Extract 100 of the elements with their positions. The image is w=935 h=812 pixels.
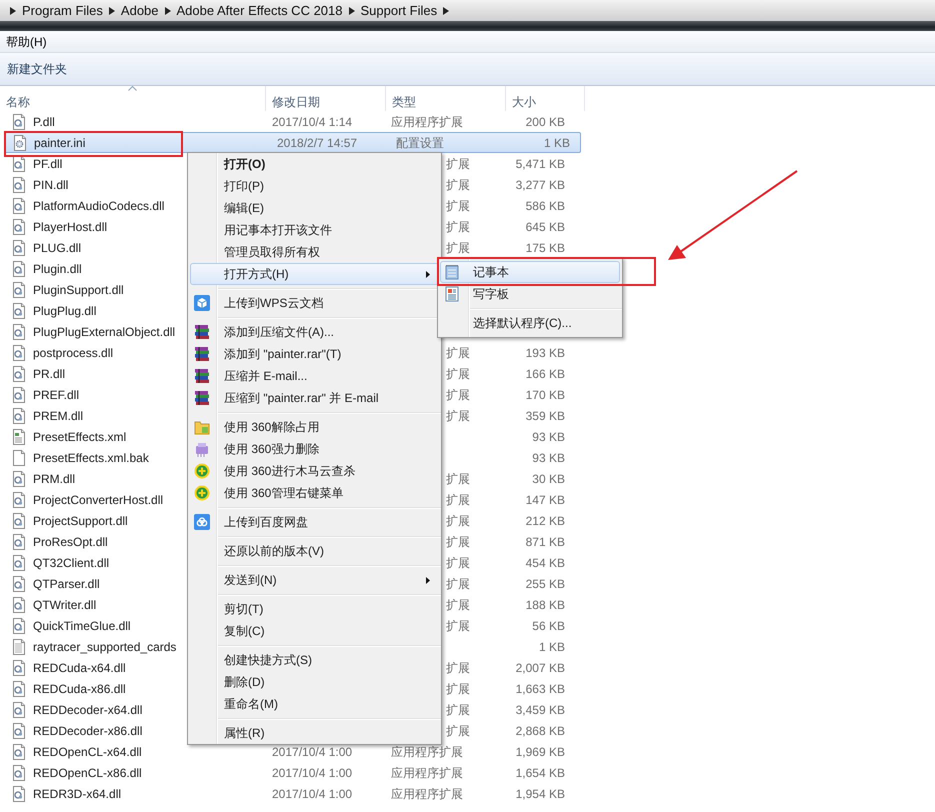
file-size: 166 KB (526, 366, 565, 380)
dll-file-icon (11, 786, 27, 802)
chevron-icon (348, 6, 354, 14)
file-type: 扩展 (446, 682, 470, 696)
file-size: 871 KB (526, 534, 565, 548)
file-type: 扩展 (446, 724, 470, 738)
menu-item[interactable]: 复制(C) (190, 620, 439, 642)
file-name[interactable]: QTParser.dll (33, 574, 100, 592)
dll-file-icon (11, 470, 27, 486)
file-name[interactable]: PIN.dll (33, 176, 68, 194)
file-name[interactable]: PRM.dll (33, 470, 76, 488)
breadcrumb-item[interactable]: Support Files (354, 2, 444, 20)
dll-file-icon (11, 260, 27, 276)
menu-item[interactable]: 发送到(N) (190, 569, 439, 591)
menu-item[interactable]: 上传到百度网盘 (190, 511, 439, 533)
menu-item[interactable]: 编辑(E) (190, 197, 439, 219)
menu-item[interactable]: 帮助(H) (4, 32, 49, 50)
dll-file-icon (11, 680, 27, 696)
dll-file-icon (11, 596, 27, 612)
file-type: 扩展 (446, 156, 470, 170)
file-name[interactable]: REDOpenCL-x64.dll (33, 742, 142, 760)
dll-file-icon (11, 198, 27, 214)
file-name[interactable]: painter.ini (34, 134, 86, 152)
file-name[interactable]: PlugPlugExternalObject.dll (33, 322, 176, 340)
file-size: 586 KB (526, 198, 565, 212)
file-size: 170 KB (526, 388, 565, 402)
dll-file-icon (11, 744, 27, 760)
file-name[interactable]: PlayerHost.dll (33, 218, 108, 236)
file-name[interactable]: PREF.dll (33, 386, 80, 404)
file-name[interactable]: Plugin.dll (33, 260, 82, 278)
file-name[interactable]: QuickTimeGlue.dll (33, 616, 131, 634)
file-type: 应用程序扩展 (391, 114, 463, 128)
file-name[interactable]: QTWriter.dll (33, 596, 96, 614)
dll-file-icon (11, 618, 27, 634)
file-name[interactable]: QT32Client.dll (33, 554, 110, 572)
file-name[interactable]: PR.dll (33, 364, 66, 382)
menu-item[interactable]: 创建快捷方式(S) (190, 649, 439, 671)
file-name[interactable]: ProjectSupport.dll (33, 512, 128, 530)
menu-item[interactable]: 使用 360管理右键菜单 (190, 482, 439, 504)
file-name[interactable]: PlatformAudioCodecs.dll (33, 196, 164, 214)
plus-circle-icon (194, 463, 210, 479)
file-name[interactable]: PLUG.dll (33, 238, 82, 256)
menu-item[interactable]: 属性(R) (190, 722, 439, 744)
menu-item[interactable]: 添加到压缩文件(A)... (190, 321, 439, 343)
file-size: 3,459 KB (516, 702, 565, 716)
dll-file-icon (11, 660, 27, 676)
file-type: 扩展 (446, 472, 470, 486)
selected-row[interactable]: painter.ini 2018/2/7 14:57 配置设置 1 KB (4, 132, 581, 153)
menu-item[interactable]: 上传到WPS云文档 (190, 292, 439, 314)
breadcrumb-item[interactable]: Adobe (114, 2, 165, 20)
menu-item[interactable]: 打开方式(H) (190, 263, 439, 285)
file-type: 扩展 (446, 660, 470, 674)
menu-item[interactable]: 记事本 (440, 261, 620, 283)
file-name[interactable]: REDDecoder-x86.dll (33, 722, 142, 740)
file-type: 扩展 (446, 598, 470, 612)
file-name[interactable]: PluginSupport.dll (33, 280, 124, 298)
menu-item[interactable]: 管理员取得所有权 (190, 241, 439, 263)
toolbar-button[interactable]: 新建文件夹 (4, 60, 70, 78)
file-size: 454 KB (526, 556, 565, 570)
file-name[interactable]: PlugPlug.dll (33, 302, 96, 320)
menu-item[interactable]: 压缩并 E-mail... (190, 365, 439, 387)
books-icon (194, 324, 210, 340)
file-name[interactable]: REDOpenCL-x86.dll (33, 764, 142, 782)
file-name[interactable]: ProjectConverterHost.dll (33, 490, 164, 508)
menu-item[interactable]: 还原以前的版本(V) (190, 540, 439, 562)
file-name[interactable]: PresetEffects.xml.bak (33, 448, 149, 466)
menu-item[interactable]: 重命名(M) (190, 693, 439, 715)
books-icon (194, 390, 210, 406)
chevron-icon (10, 6, 16, 14)
menu-item[interactable]: 删除(D) (190, 671, 439, 693)
dll-file-icon (11, 386, 27, 402)
menu-item[interactable]: 打开(O) (190, 153, 439, 175)
file-name[interactable]: REDDecoder-x64.dll (33, 700, 142, 718)
menu-item[interactable]: 写字板 (440, 283, 620, 305)
file-name[interactable]: PF.dll (33, 154, 62, 172)
file-name[interactable]: P.dll (33, 112, 55, 130)
menu-item[interactable]: 压缩到 "painter.rar" 并 E-mail (190, 387, 439, 409)
menu-item[interactable]: 使用 360进行木马云查杀 (190, 460, 439, 482)
file-name[interactable]: PREM.dll (33, 406, 84, 424)
file-name[interactable]: ProResOpt.dll (33, 532, 108, 550)
menu-item[interactable]: 选择默认程序(C)... (440, 312, 620, 334)
file-name[interactable]: REDCuda-x64.dll (33, 658, 126, 676)
modified-date: 2017/10/4 1:00 (272, 766, 352, 780)
breadcrumb-item[interactable]: Adobe After Effects CC 2018 (170, 2, 348, 20)
file-name[interactable]: postprocess.dll (33, 344, 114, 362)
file-name[interactable]: PresetEffects.xml (33, 428, 126, 446)
menu-item[interactable]: 添加到 "painter.rar"(T) (190, 343, 439, 365)
breadcrumb-item[interactable]: Program Files (16, 2, 109, 20)
file-name[interactable]: raytracer_supported_cards (33, 638, 176, 656)
file-size: 93 KB (532, 450, 565, 464)
file-size: 1 KB (544, 136, 570, 150)
menu-item[interactable]: 用记事本打开该文件 (190, 219, 439, 241)
menu-item[interactable]: 剪切(T) (190, 598, 439, 620)
dll-file-icon (11, 302, 27, 318)
file-name[interactable]: REDR3D-x64.dll (33, 784, 122, 802)
file-name[interactable]: REDCuda-x86.dll (33, 680, 126, 698)
menu-item[interactable]: 使用 360强力删除 (190, 438, 439, 460)
file-size: 3,277 KB (516, 178, 565, 192)
menu-item[interactable]: 打印(P) (190, 175, 439, 197)
menu-item[interactable]: 使用 360解除占用 (190, 416, 439, 438)
